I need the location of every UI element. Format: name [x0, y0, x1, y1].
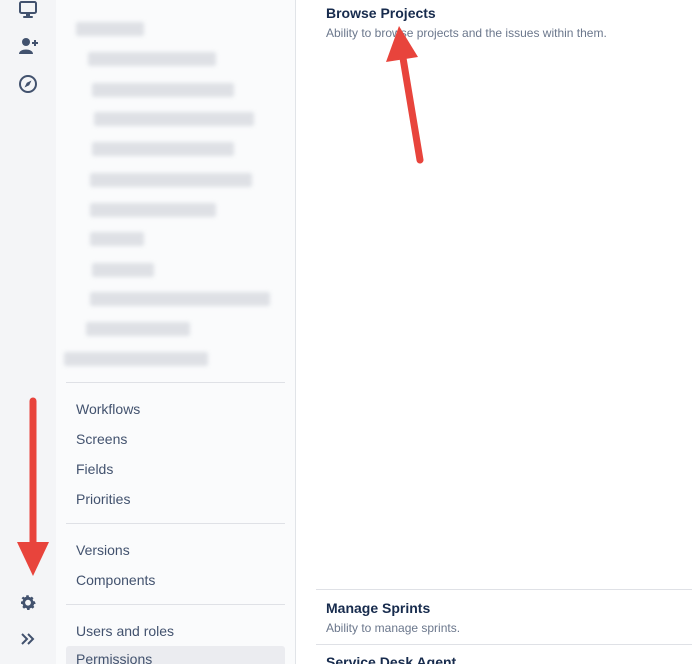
permission-title-manage-sprints: Manage Sprints [326, 600, 431, 616]
redacted-item [92, 83, 234, 97]
compass-icon[interactable] [16, 72, 40, 96]
add-user-icon[interactable] [16, 34, 40, 58]
redacted-item [64, 352, 208, 366]
redacted-item [88, 52, 216, 66]
redacted-item [90, 232, 144, 246]
redacted-item [90, 203, 216, 217]
sidebar-divider [66, 523, 285, 524]
sidebar-item-versions[interactable]: Versions [66, 537, 285, 563]
sidebar-item-workflows[interactable]: Workflows [66, 396, 285, 422]
redacted-item [90, 292, 270, 306]
sidebar-item-screens[interactable]: Screens [66, 426, 285, 452]
sidebar-item-permissions[interactable]: Permissions [66, 646, 285, 664]
sidebar-item-users-and-roles[interactable]: Users and roles [66, 618, 285, 644]
sidebar-item-components[interactable]: Components [66, 567, 285, 593]
expand-chevrons-icon[interactable] [16, 627, 40, 651]
redacted-item [76, 22, 144, 36]
permission-title-service-desk-agent: Service Desk Agent [326, 654, 457, 664]
row-divider [316, 589, 692, 590]
row-divider [316, 644, 692, 645]
monitor-icon[interactable] [16, 0, 40, 22]
gear-icon[interactable] [16, 591, 40, 615]
permissions-panel: Browse Projects Ability to browse projec… [297, 0, 692, 664]
sidebar-item-fields[interactable]: Fields [66, 456, 285, 482]
permission-description-manage-sprints: Ability to manage sprints. [326, 621, 461, 635]
sidebar-divider [66, 604, 285, 605]
sidebar-item-priorities[interactable]: Priorities [66, 486, 285, 512]
redacted-item [86, 322, 190, 336]
icon-rail [0, 0, 56, 664]
redacted-item [92, 142, 234, 156]
redacted-item [92, 263, 154, 277]
permission-title-browse-projects: Browse Projects [326, 5, 436, 21]
permission-description-browse-projects: Ability to browse projects and the issue… [326, 26, 607, 40]
settings-sidebar: Workflows Screens Fields Priorities Vers… [56, 0, 296, 664]
sidebar-divider [66, 382, 285, 383]
redacted-item [94, 112, 254, 126]
redacted-item [90, 173, 252, 187]
